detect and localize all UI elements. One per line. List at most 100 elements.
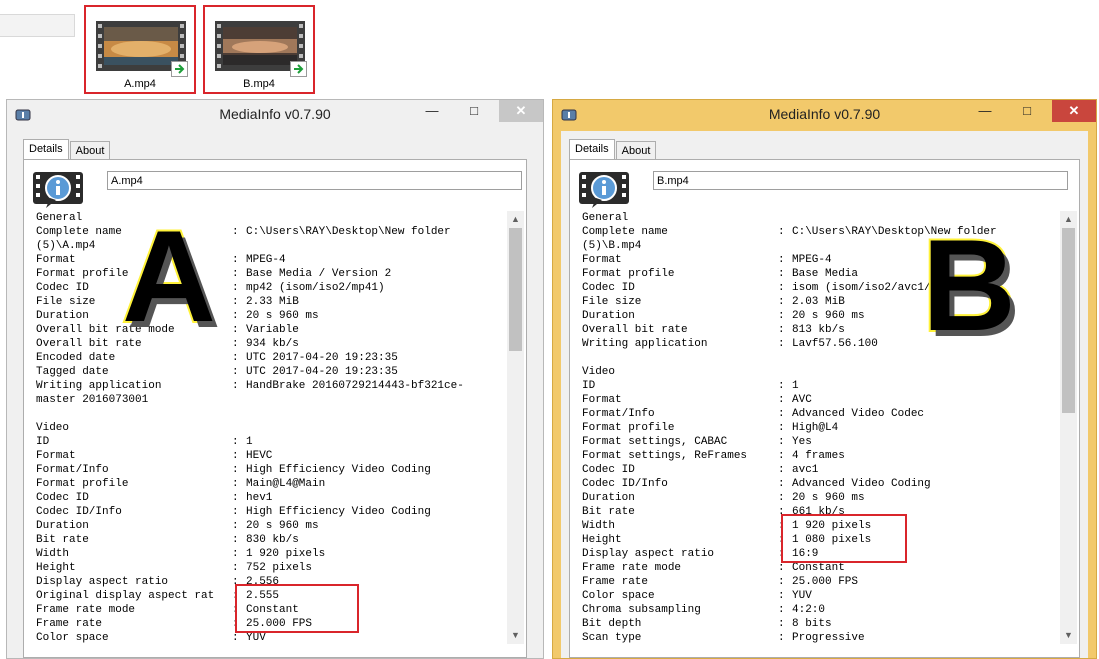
info-row: Width:1 920 pixels	[36, 547, 504, 561]
info-separator: :	[778, 618, 785, 630]
info-label: Format settings, ReFrames	[582, 450, 748, 462]
tab-details[interactable]: Details	[23, 139, 69, 161]
info-row: Bit depth:8 bits	[582, 617, 1050, 631]
tab-about[interactable]: About	[69, 141, 111, 161]
info-label: Complete name	[582, 226, 668, 238]
info-value: High Efficiency Video Coding	[246, 464, 431, 476]
maximize-button[interactable]: □	[1012, 100, 1042, 122]
info-separator: :	[232, 324, 239, 336]
info-separator: :	[232, 562, 239, 574]
info-value: 934 kb/s	[246, 338, 299, 350]
scroll-up-icon[interactable]: ▲	[507, 211, 524, 228]
info-label: Duration	[582, 492, 635, 504]
close-button[interactable]: ✕	[1052, 100, 1096, 122]
info-separator: :	[778, 562, 785, 574]
info-value: hev1	[246, 492, 273, 504]
scrollbar-thumb[interactable]	[509, 228, 522, 351]
scroll-up-icon[interactable]: ▲	[1060, 211, 1077, 228]
info-separator: :	[232, 366, 239, 378]
shortcut-arrow-icon	[171, 61, 188, 77]
info-value: 752 pixels	[246, 562, 313, 574]
info-value: 830 kb/s	[246, 534, 299, 546]
media-info-text: General Complete name: C:\Users\RAY\Deskto…	[36, 211, 504, 644]
scroll-down-icon[interactable]: ▼	[1060, 627, 1077, 644]
info-row: Format profile: Base Media / Version 2	[36, 267, 504, 281]
info-row: Encoded date: UTC 2017-04-20 19:23:35	[36, 351, 504, 365]
tab-about[interactable]: About	[615, 141, 657, 161]
title-bar[interactable]: MediaInfo v0.7.90 — □ ✕	[553, 100, 1096, 130]
info-value: Base Media / Version 2	[246, 268, 392, 280]
info-row: Writing application: HandBrake 2016072921…	[36, 379, 504, 393]
file-path-field[interactable]: A.mp4	[107, 171, 522, 190]
tab-details[interactable]: Details	[569, 139, 615, 161]
info-separator: :	[778, 632, 785, 644]
mediainfo-logo-icon	[579, 172, 629, 208]
info-label: Codec ID	[582, 464, 635, 476]
width-height-highlight	[781, 514, 907, 563]
info-value: UTC 2017-04-20 19:23:35	[246, 366, 398, 378]
info-row: Chroma subsampling:4:2:0	[582, 603, 1050, 617]
details-panel: A.mp4 General Complete name: C:\Users\RAY\…	[23, 159, 527, 658]
info-label: Video	[36, 422, 70, 434]
info-separator: :	[232, 478, 239, 490]
info-row: Format settings, CABAC: Yes	[582, 435, 1050, 449]
info-row	[36, 407, 504, 421]
info-label: Writing application	[36, 380, 162, 392]
info-label: Format profile	[36, 478, 129, 490]
info-separator: :	[232, 296, 239, 308]
info-label: Codec ID	[582, 282, 635, 294]
details-panel: B.mp4 General Complete name: C:\Users\RAY\…	[569, 159, 1080, 658]
info-value: 2.33 MiB	[246, 296, 299, 308]
info-separator: :	[778, 268, 785, 280]
info-row: File size:2.33 MiB	[36, 295, 504, 309]
info-label: Bit rate	[582, 506, 635, 518]
file-tile-a[interactable]: A.mp4	[84, 5, 196, 94]
vertical-scrollbar[interactable]: ▲ ▼	[507, 211, 524, 644]
minimize-button[interactable]: —	[970, 100, 1000, 122]
file-tile-b[interactable]: B.mp4	[203, 5, 315, 94]
info-value: 1	[792, 380, 799, 392]
info-separator: :	[778, 450, 785, 462]
explorer-address-bar-fragment[interactable]	[0, 14, 75, 37]
info-separator: :	[778, 576, 785, 588]
info-row: master 2016073001	[36, 393, 504, 407]
maximize-button[interactable]: □	[459, 100, 489, 122]
file-path-field[interactable]: B.mp4	[653, 171, 1068, 190]
info-value: MPEG-4	[246, 254, 286, 266]
info-separator: :	[778, 604, 785, 616]
info-row: Duration:20 s 960 ms	[582, 491, 1050, 505]
info-value: mp42 (isom/iso2/mp41)	[246, 282, 385, 294]
info-row: Format/Info: High Efficiency Video Coding	[36, 463, 504, 477]
info-value: Progressive	[792, 632, 865, 644]
info-value: 2.03 MiB	[792, 296, 845, 308]
info-separator: :	[232, 506, 239, 518]
close-button[interactable]: ✕	[499, 100, 543, 122]
scrollbar-thumb[interactable]	[1062, 228, 1075, 413]
info-value: Advanced Video Coding	[792, 478, 931, 490]
shortcut-arrow-icon	[290, 61, 307, 77]
minimize-button[interactable]: —	[417, 100, 447, 122]
scroll-down-icon[interactable]: ▼	[507, 627, 524, 644]
big-label-b: B	[920, 212, 1018, 358]
info-row: Overall bit rate mode: Variable	[36, 323, 504, 337]
info-label: Overall bit rate	[582, 324, 688, 336]
info-value: Main@L4@Main	[246, 478, 326, 490]
info-value: High Efficiency Video Coding	[246, 506, 431, 518]
info-value: Advanced Video Codec	[792, 408, 925, 420]
info-value: YUV	[792, 590, 812, 602]
info-label: Duration	[36, 520, 89, 532]
info-row: Tagged date: UTC 2017-04-20 19:23:35	[36, 365, 504, 379]
info-separator: :	[778, 464, 785, 476]
info-row: Video	[36, 421, 504, 435]
info-label: Height	[36, 562, 76, 574]
info-row: Scan type: Progressive	[582, 631, 1050, 644]
info-separator: :	[232, 226, 239, 238]
info-row: Format settings, ReFrames:4 frames	[582, 449, 1050, 463]
info-label: Encoded date	[36, 352, 116, 364]
title-bar[interactable]: MediaInfo v0.7.90 — □ ✕	[7, 100, 543, 130]
info-label: Scan type	[582, 632, 642, 644]
info-value: 1	[246, 436, 253, 448]
info-label: Format/Info	[36, 464, 109, 476]
vertical-scrollbar[interactable]: ▲ ▼	[1060, 211, 1077, 644]
info-value: 20 s 960 ms	[792, 492, 865, 504]
